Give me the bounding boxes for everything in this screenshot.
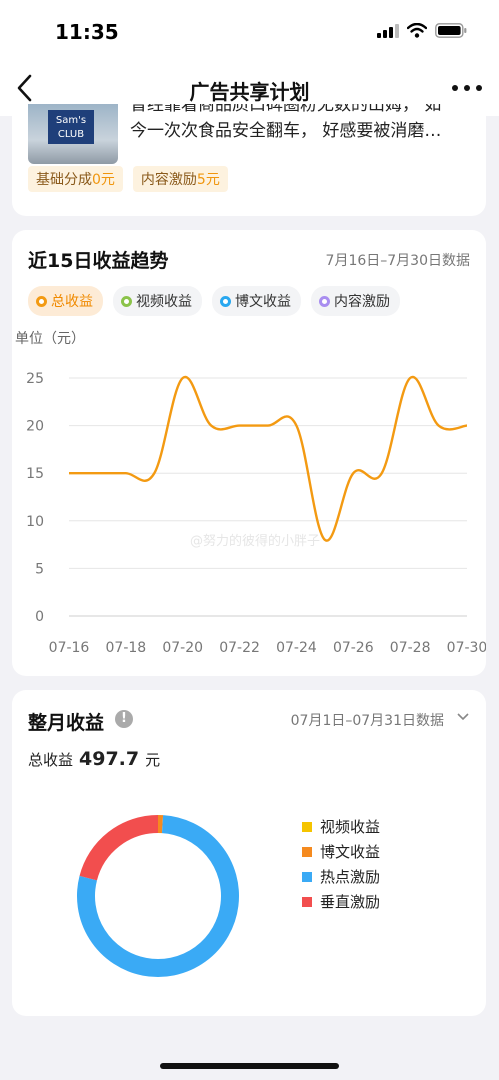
x-tick-label: 07-22 [219,640,260,656]
legend-item: 博文收益 [302,839,380,864]
x-tick-label: 07-30 [447,640,486,656]
y-tick-label: 10 [26,514,44,530]
x-tick-label: 07-26 [333,640,374,656]
more-icon[interactable] [449,76,485,100]
x-tick-label: 07-24 [276,640,317,656]
battery-icon [435,23,467,38]
watermark: @努力的彼得的小胖子 [190,533,320,549]
chevron-down-icon[interactable] [456,712,470,722]
monthly-date-range[interactable]: 07月1日–07月31日数据 [291,710,444,730]
x-tick-label: 07-20 [162,640,203,656]
tag-content-incentive: 内容激励5元 [132,166,228,192]
revenue-tags: 基础分成0元 内容激励5元 [28,166,228,192]
donut-legend: 视频收益博文收益热点激励垂直激励 [302,814,380,914]
legend-item: 垂直激励 [302,889,380,914]
revenue-donut-chart [77,815,239,977]
x-tick-label: 07-16 [49,640,90,656]
y-tick-label: 5 [35,561,44,577]
donut-slice [79,815,159,881]
legend-label: 垂直激励 [320,893,381,911]
total-value: 497.7 [79,748,140,770]
total-label: 总收益 [28,751,74,769]
y-tick-label: 20 [26,419,44,435]
monthly-card: 整月收益 ! 07月1日–07月31日数据 总收益 497.7 元 视频收益博文… [12,690,486,1016]
monthly-title: 整月收益 [28,712,105,734]
page-title: 广告共享计划 [189,80,310,104]
article-text-line2: 今一次次食品安全翻车， 好感要被消磨… [130,121,442,141]
status-time: 11:35 [55,20,119,44]
x-tick-label: 07-18 [106,640,147,656]
legend-swatch [302,871,312,882]
y-tick-label: 25 [26,371,44,387]
legend-swatch [302,846,312,857]
signal-icon [377,23,399,38]
legend-swatch [302,896,312,907]
trend-card: 近15日收益趋势 7月16日–7月30日数据 总收益 视频收益 博文收益 内容激… [12,230,486,676]
legend-label: 博文收益 [320,843,381,861]
article-text: 曾经靠着商品质口碑圈粉无数的山姆， 如 今一次次食品安全翻车， 好感要被消磨… [130,104,478,144]
article-card[interactable]: Sam's CLUB 曾经靠着商品质口碑圈粉无数的山姆， 如 今一次次食品安全翻… [12,104,486,216]
status-icons [377,23,467,38]
legend-item: 视频收益 [302,814,380,839]
total-unit: 元 [145,751,161,769]
sams-club-logo: Sam's CLUB [48,110,94,144]
series-line-total-revenue [69,375,468,542]
y-tick-label: 15 [26,466,44,482]
article-text-line1: 曾经靠着商品质口碑圈粉无数的山姆， 如 [130,104,442,115]
legend-swatch [302,821,312,832]
status-bar: 11:35 [0,0,499,62]
x-tick-label: 07-28 [390,640,431,656]
info-icon[interactable]: ! [115,710,133,728]
legend-item: 热点激励 [302,864,380,889]
wifi-icon [407,23,427,38]
tag-base-share: 基础分成0元 [28,166,123,192]
legend-label: 视频收益 [320,818,381,836]
legend-label: 热点激励 [320,868,381,886]
total-revenue-row: 总收益 497.7 元 [28,748,160,770]
trend-line-chart: 0 5 10 15 20 25 07-16 07-18 07-20 07-22 07-24 07-26… [26,371,486,656]
home-indicator [160,1063,339,1069]
article-thumbnail: Sam's CLUB [28,104,118,164]
y-tick-label: 0 [35,609,44,625]
